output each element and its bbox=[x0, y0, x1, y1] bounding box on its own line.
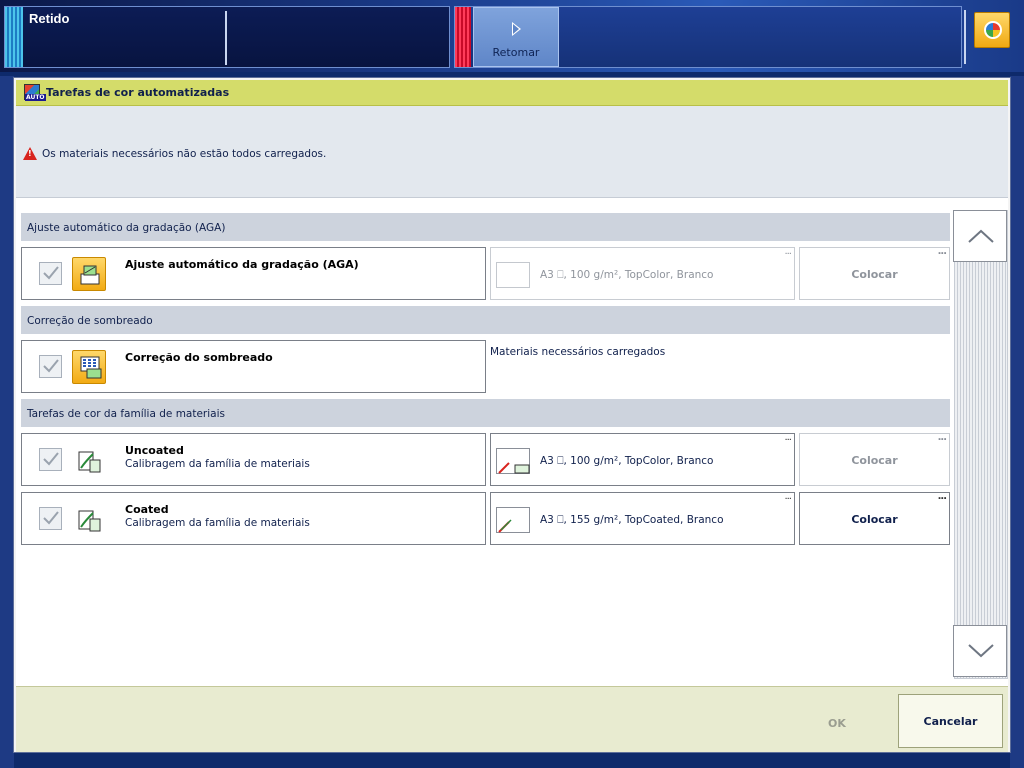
media-icon bbox=[496, 507, 530, 533]
task-title: Uncoated bbox=[125, 444, 184, 457]
place-button-label: Colocar bbox=[851, 513, 898, 526]
place-button-label: Colocar bbox=[851, 454, 898, 467]
section-header-aga: Ajuste automático da gradação (AGA) bbox=[21, 213, 950, 241]
media-selector-coated[interactable]: A3 ⎕, 155 g/m², TopCoated, Branco ... bbox=[490, 491, 795, 545]
media-family-calibration-icon bbox=[77, 507, 103, 533]
more-options-icon: ... bbox=[937, 432, 947, 443]
warning-icon bbox=[23, 147, 37, 160]
task-subtitle: Calibragem da família de materiais bbox=[125, 517, 310, 529]
media-description: A3 ⎕, 100 g/m², TopColor, Branco bbox=[540, 269, 714, 281]
scrollbar-track[interactable] bbox=[954, 210, 1008, 679]
topbar-divider bbox=[964, 10, 966, 64]
warning-message: Os materiais necessários não estão todos… bbox=[42, 148, 327, 160]
more-options-icon: ... bbox=[784, 432, 791, 443]
chevron-up-icon bbox=[968, 229, 994, 243]
media-icon bbox=[496, 448, 530, 474]
printer-gradation-icon bbox=[72, 257, 106, 291]
place-button-coated[interactable]: Colocar ... bbox=[799, 491, 950, 545]
top-status-bar: Retido Retomar bbox=[0, 0, 1024, 72]
resume-button[interactable]: Retomar bbox=[473, 7, 559, 67]
scroll-up-button[interactable] bbox=[953, 210, 1007, 262]
ok-button[interactable]: OK bbox=[828, 717, 846, 730]
task-title: Ajuste automático da gradação (AGA) bbox=[125, 258, 359, 271]
alert-stripe bbox=[455, 7, 471, 67]
media-selector-uncoated[interactable]: A3 ⎕, 100 g/m², TopColor, Branco ... bbox=[490, 432, 795, 486]
automated-color-tasks-dialog: AUTO Tarefas de cor automatizadas Os mat… bbox=[14, 78, 1010, 752]
background-right bbox=[1010, 76, 1024, 768]
task-checkbox[interactable] bbox=[39, 355, 62, 378]
task-title: Correção do sombreado bbox=[125, 351, 273, 364]
media-selector-aga[interactable]: A3 ⎕, 100 g/m², TopColor, Branco ... bbox=[490, 246, 795, 300]
status-divider bbox=[225, 11, 227, 65]
dialog-header: AUTO Tarefas de cor automatizadas bbox=[16, 80, 1008, 106]
task-checkbox[interactable] bbox=[39, 448, 62, 471]
printer-shading-icon bbox=[72, 350, 106, 384]
materials-loaded-note: Materiais necessários carregados bbox=[490, 346, 666, 358]
cancel-button[interactable]: Cancelar bbox=[898, 694, 1003, 748]
play-icon bbox=[512, 22, 521, 36]
message-area: Os materiais necessários não estão todos… bbox=[16, 106, 1008, 198]
media-icon bbox=[496, 262, 530, 288]
place-button-label: Colocar bbox=[851, 268, 898, 281]
task-row-coated[interactable]: Coated Calibragem da família de materiai… bbox=[21, 492, 486, 545]
place-button-aga[interactable]: Colocar ... bbox=[799, 246, 950, 300]
color-wheel-icon bbox=[984, 21, 1002, 39]
printer-status-panel: Retido bbox=[4, 6, 450, 68]
place-button-uncoated[interactable]: Colocar ... bbox=[799, 432, 950, 486]
background-left bbox=[0, 76, 14, 768]
more-options-icon: ... bbox=[937, 491, 947, 502]
task-checkbox[interactable] bbox=[39, 262, 62, 285]
dialog-title: Tarefas de cor automatizadas bbox=[46, 86, 230, 99]
resume-button-label: Retomar bbox=[492, 46, 540, 59]
task-subtitle: Calibragem da família de materiais bbox=[125, 458, 310, 470]
task-checkbox[interactable] bbox=[39, 507, 62, 530]
color-tasks-button[interactable] bbox=[974, 12, 1010, 48]
task-title: Coated bbox=[125, 503, 169, 516]
task-row-uncoated[interactable]: Uncoated Calibragem da família de materi… bbox=[21, 433, 486, 486]
auto-color-icon: AUTO bbox=[24, 84, 46, 101]
job-control-panel: Retomar bbox=[454, 6, 962, 68]
printer-status-title: Retido bbox=[29, 11, 70, 26]
task-row-aga[interactable]: Ajuste automático da gradação (AGA) bbox=[21, 247, 486, 300]
section-header-media-family: Tarefas de cor da família de materiais bbox=[21, 399, 950, 427]
status-stripe bbox=[5, 7, 23, 67]
dialog-footer: OK Cancelar bbox=[16, 686, 1008, 752]
task-row-shading[interactable]: Correção do sombreado bbox=[21, 340, 486, 393]
more-options-icon: ... bbox=[784, 491, 791, 502]
scroll-down-button[interactable] bbox=[953, 625, 1007, 677]
media-description: A3 ⎕, 100 g/m², TopColor, Branco bbox=[540, 455, 714, 467]
section-header-shading: Correção de sombreado bbox=[21, 306, 950, 334]
more-options-icon: ... bbox=[784, 246, 791, 257]
media-description: A3 ⎕, 155 g/m², TopCoated, Branco bbox=[540, 514, 724, 526]
media-family-calibration-icon bbox=[77, 448, 103, 474]
chevron-down-icon bbox=[968, 644, 994, 658]
more-options-icon: ... bbox=[937, 246, 947, 257]
